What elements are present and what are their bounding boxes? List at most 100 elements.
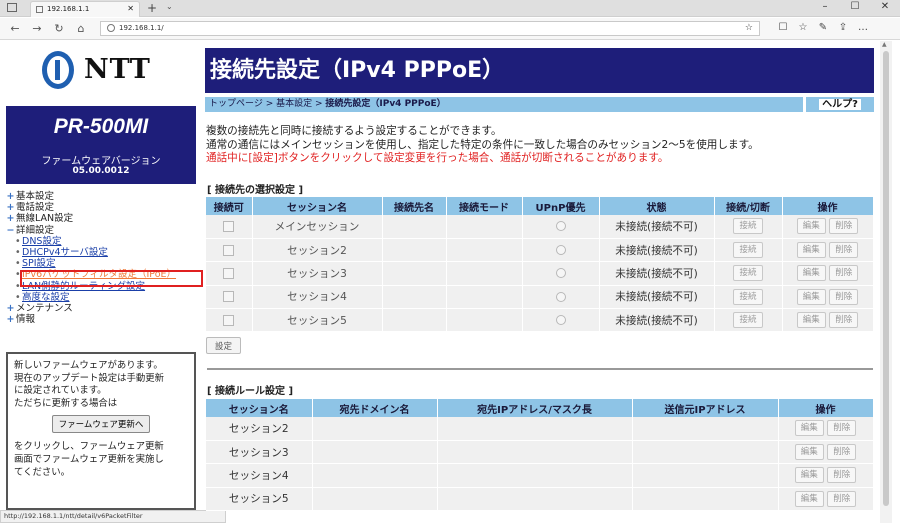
table-row: セッション5 未接続(接続不可) 接続 編集 削除 [206,308,874,333]
edit-button[interactable]: 編集 [794,444,824,461]
menu-item-basic[interactable]: + 基本設定 [6,191,202,202]
logo-text: NTT [84,54,151,85]
upnp-radio[interactable] [555,245,566,256]
enable-checkbox[interactable] [223,244,235,256]
edit-button[interactable]: 編集 [794,490,824,507]
table-header-row: 接続可 セッション名 接続先名 接続モード UPnP優先 状態 接続/切断 操作 [206,197,874,215]
connect-button[interactable]: 接続 [733,312,763,329]
connect-button[interactable]: 接続 [733,218,763,235]
col-domain: 宛先ドメイン名 [312,399,438,417]
breadcrumb-home-link[interactable]: トップページ [209,99,263,109]
submenu-spi[interactable]: • SPI設定 [6,258,202,269]
connection-table: 接続可 セッション名 接続先名 接続モード UPnP優先 状態 接続/切断 操作… [206,197,874,333]
status-bar-url: http://192.168.1.1/ntt/detail/v6PacketFi… [0,510,226,523]
menu-item-phone[interactable]: + 電話設定 [6,202,202,213]
session-name: セッション4 [252,285,383,310]
session-status: 未接続(接続不可) [599,238,715,263]
tab-actions-icon[interactable] [7,3,17,12]
table-row: セッション3 編集 削除 [206,440,874,465]
menu-item-maintenance[interactable]: + メンテナンス [6,303,202,314]
edit-button[interactable]: 編集 [796,242,826,259]
submenu-dhcpv4[interactable]: • DHCPv4サーバ設定 [6,247,202,258]
tab-close-icon[interactable]: ✕ [127,2,134,16]
menu-item-advanced[interactable]: − 詳細設定 [6,225,202,236]
pen-icon[interactable]: ✎ [816,22,830,33]
firmware-label: ファームウェアバージョン [41,156,161,167]
submenu-dns[interactable]: • DNS設定 [6,236,202,247]
submenu-advanced[interactable]: • 高度な設定 [6,292,202,303]
upnp-radio[interactable] [555,221,566,232]
section-title-selection: [ 接続先の選択設定 ] [207,185,304,196]
collapse-icon: − [6,224,15,236]
model-name: PR-500MI [53,115,149,138]
delete-button[interactable]: 削除 [827,420,857,437]
session-name: セッション4 [206,463,313,488]
notice-line: 画面でファームウェア更新を実施し [14,453,164,465]
more-menu-icon[interactable]: … [856,22,870,33]
page-scrollbar[interactable]: ▲ [880,41,892,523]
close-icon[interactable]: ✕ [878,1,892,12]
firmware-update-button[interactable]: ファームウェア更新へ [52,415,150,434]
set-button[interactable]: 設定 [206,337,241,354]
edit-button[interactable]: 編集 [794,420,824,437]
col-upnp: UPnP優先 [522,197,600,215]
new-tab-button[interactable]: + [147,0,157,16]
table-row: メインセッション 未接続(接続不可) 接続 編集 削除 [206,215,874,239]
enable-checkbox[interactable] [223,267,235,279]
scrollbar-thumb[interactable] [883,51,889,506]
col-connect: 接続/切断 [714,197,783,215]
back-icon[interactable]: ← [8,22,22,35]
edit-button[interactable]: 編集 [796,288,826,305]
minimize-icon[interactable]: – [818,1,832,12]
delete-button[interactable]: 削除 [829,242,859,259]
enable-checkbox[interactable] [223,314,235,326]
home-icon[interactable]: ⌂ [74,22,88,35]
delete-button[interactable]: 削除 [827,490,857,507]
session-status: 未接続(接続不可) [599,308,715,333]
col-mode: 接続モード [446,197,523,215]
upnp-radio[interactable] [555,291,566,302]
reading-view-icon[interactable]: ☐ [776,22,790,33]
sidebar-menu: + 基本設定 + 電話設定 + 無線LAN設定 − 詳細設定 • DNS設定 • DHCPv… [6,191,202,325]
tab-dropdown-icon[interactable]: ⌄ [166,2,173,11]
menu-item-info[interactable]: + 情報 [6,314,202,325]
address-bar[interactable]: 192.168.1.1/ ☆ [100,21,760,36]
share-icon[interactable]: ⇪ [836,22,850,33]
session-name: セッション3 [206,440,313,465]
forward-icon[interactable]: → [30,22,44,35]
delete-button[interactable]: 削除 [829,288,859,305]
delete-button[interactable]: 削除 [829,265,859,282]
expand-icon: + [6,314,15,326]
edit-button[interactable]: 編集 [796,312,826,329]
upnp-radio[interactable] [555,268,566,279]
edit-button[interactable]: 編集 [794,467,824,484]
site-info-icon[interactable] [107,24,115,32]
maximize-icon[interactable]: ☐ [848,1,862,12]
delete-button[interactable]: 削除 [829,312,859,329]
enable-checkbox[interactable] [223,291,235,303]
delete-button[interactable]: 削除 [827,467,857,484]
browser-tab[interactable]: 192.168.1.1 ✕ [30,1,140,17]
favorites-icon[interactable]: ☆ [796,22,810,33]
session-status: 未接続(接続不可) [599,285,715,310]
firmware-version: 05.00.0012 [72,166,130,176]
connect-button[interactable]: 接続 [733,265,763,282]
address-url: 192.168.1.1/ [119,24,164,32]
table-row: セッション3 未接続(接続不可) 接続 編集 削除 [206,261,874,286]
col-session: セッション名 [252,197,383,215]
enable-checkbox[interactable] [223,220,235,232]
connect-button[interactable]: 接続 [733,288,763,305]
delete-button[interactable]: 削除 [827,444,857,461]
session-name: セッション2 [252,238,383,263]
upnp-radio[interactable] [555,315,566,326]
edit-button[interactable]: 編集 [796,218,826,235]
breadcrumb-basic-link[interactable]: 基本設定 [276,99,312,109]
connect-button[interactable]: 接続 [733,242,763,259]
scroll-up-icon[interactable]: ▲ [882,41,887,48]
favorite-star-icon[interactable]: ☆ [745,22,753,35]
menu-item-wireless[interactable]: + 無線LAN設定 [6,213,202,224]
delete-button[interactable]: 削除 [829,218,859,235]
help-link[interactable]: ヘルプ? [806,97,874,112]
refresh-icon[interactable]: ↻ [52,22,66,35]
edit-button[interactable]: 編集 [796,265,826,282]
